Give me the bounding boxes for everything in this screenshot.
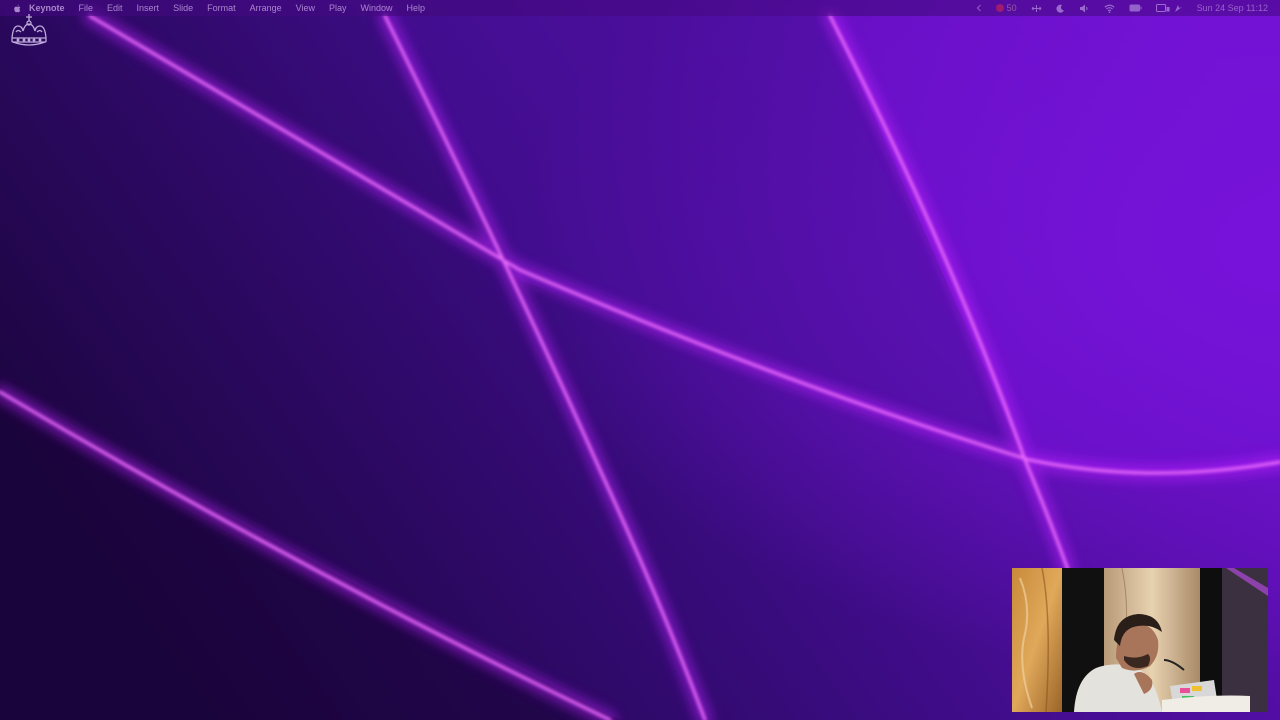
menu-insert[interactable]: Insert (130, 0, 167, 16)
chevron-left-icon[interactable] (976, 0, 982, 16)
menu-play[interactable]: Play (322, 0, 354, 16)
menu-view[interactable]: View (289, 0, 322, 16)
control-center-icon[interactable] (1155, 0, 1170, 16)
move-icon[interactable] (1031, 0, 1042, 16)
presenter-video (1012, 568, 1268, 712)
speaker-icon[interactable] (1079, 0, 1090, 16)
presenter-video-icon (1012, 568, 1268, 712)
menu-slide[interactable]: Slide (166, 0, 200, 16)
menu-arrange[interactable]: Arrange (243, 0, 289, 16)
menu-edit[interactable]: Edit (100, 0, 130, 16)
menu-window[interactable]: Window (354, 0, 400, 16)
crown-logo-icon (11, 14, 47, 46)
menu-bar: Keynote File Edit Insert Slide Format Ar… (0, 0, 1280, 16)
menu-help[interactable]: Help (400, 0, 433, 16)
menu-format[interactable]: Format (200, 0, 243, 16)
siri-icon[interactable] (1174, 0, 1183, 16)
wifi-icon[interactable] (1104, 0, 1115, 16)
record-value: 50 (1006, 3, 1017, 13)
menu-file[interactable]: File (72, 0, 101, 16)
menubar-clock[interactable]: Sun 24 Sep 11:12 (1197, 0, 1268, 16)
moon-icon[interactable] (1056, 0, 1065, 16)
record-icon (995, 4, 1004, 12)
screen-record-status[interactable]: 50 (995, 0, 1017, 16)
battery-icon[interactable] (1129, 0, 1142, 16)
